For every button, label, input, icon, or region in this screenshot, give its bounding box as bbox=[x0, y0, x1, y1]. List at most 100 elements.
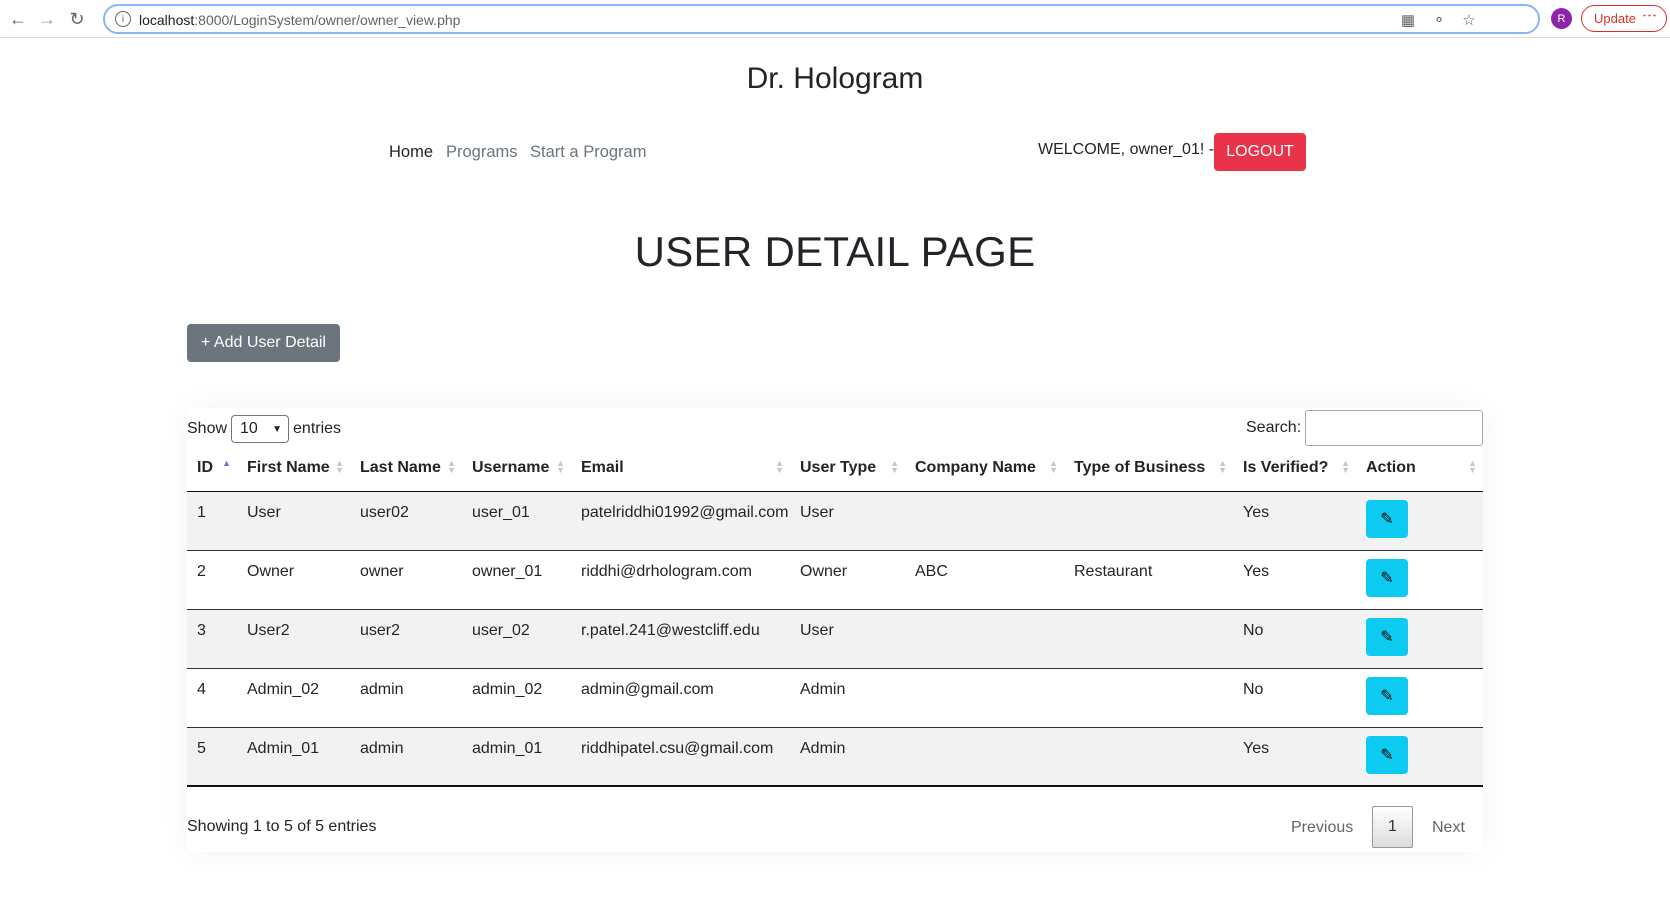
add-user-detail-button[interactable]: + Add User Detail bbox=[187, 324, 340, 362]
cell-last-name: user02 bbox=[360, 503, 409, 521]
cell-id: 3 bbox=[197, 621, 206, 639]
reload-icon[interactable]: ↻ bbox=[66, 8, 88, 30]
cell-last-name: admin bbox=[360, 739, 404, 757]
welcome-text: WELCOME, owner_01! - bbox=[1038, 141, 1215, 158]
url-text[interactable]: localhost:8000/LoginSystem/owner/owner_v… bbox=[139, 12, 460, 28]
cell-type-of-business: Restaurant bbox=[1074, 562, 1153, 580]
profile-avatar[interactable]: R bbox=[1551, 8, 1572, 29]
brand-title[interactable]: Dr. Hologram bbox=[0, 62, 1670, 96]
cell-id: 1 bbox=[197, 503, 206, 521]
column-label: Type of Business bbox=[1074, 459, 1206, 477]
edit-button[interactable]: ✎ bbox=[1366, 499, 1408, 538]
nav-home[interactable]: Home bbox=[389, 143, 433, 162]
column-header-first-name[interactable]: First Name ▲ ▼ bbox=[237, 446, 350, 492]
cell-type-of-business bbox=[1064, 609, 1233, 668]
url-host: localhost bbox=[139, 12, 195, 28]
column-label: ID bbox=[197, 459, 213, 477]
cell-email: patelriddhi01992@gmail.com bbox=[581, 503, 789, 521]
column-header-type-of-business[interactable]: Type of Business ▲ ▼ bbox=[1064, 446, 1233, 492]
logout-button[interactable]: LOGOUT bbox=[1214, 133, 1306, 171]
back-arrow-icon[interactable]: ← bbox=[7, 8, 29, 30]
cell-is-verified: Yes bbox=[1243, 739, 1270, 757]
site-info-icon[interactable]: i bbox=[115, 11, 131, 27]
cell-user-type: User bbox=[800, 621, 834, 639]
cell-user-type: User bbox=[800, 503, 834, 521]
cell-email: riddhi@drhologram.com bbox=[581, 562, 752, 580]
column-header-company-name[interactable]: Company Name ▲ ▼ bbox=[905, 446, 1064, 492]
cell-action: ✎ bbox=[1356, 550, 1483, 609]
cell-username: user_01 bbox=[472, 503, 530, 521]
forward-arrow-icon[interactable]: → bbox=[36, 8, 58, 30]
cell-action: ✎ bbox=[1356, 609, 1483, 668]
user-table: ID ▲ First Name ▲ ▼ Last Name ▲ ▼ Username ▲ ▼ … bbox=[187, 446, 1483, 787]
sort-icon: ▲ ▼ bbox=[1049, 458, 1058, 475]
cell-user-type: Admin bbox=[800, 739, 846, 757]
column-header-id[interactable]: ID ▲ bbox=[187, 446, 237, 492]
cell-username: owner_01 bbox=[472, 562, 543, 580]
table-row: 3 User2 user2 user_02 r.patel.241@westcl… bbox=[187, 609, 1483, 668]
cell-is-verified: No bbox=[1243, 621, 1264, 639]
cell-type-of-business bbox=[1064, 727, 1233, 786]
pagination-page-1[interactable]: 1 bbox=[1372, 806, 1413, 848]
sort-icon: ▲ ▼ bbox=[556, 458, 565, 475]
pencil-icon: ✎ bbox=[1380, 628, 1394, 646]
cell-last-name: admin bbox=[360, 680, 404, 698]
column-header-email[interactable]: Email ▲ ▼ bbox=[571, 446, 790, 492]
pencil-icon: ✎ bbox=[1380, 687, 1394, 705]
cell-is-verified: No bbox=[1243, 680, 1264, 698]
cell-email: r.patel.241@westcliff.edu bbox=[581, 621, 760, 639]
nav-programs[interactable]: Programs bbox=[446, 143, 518, 162]
sort-icon: ▲ ▼ bbox=[775, 458, 784, 475]
edit-button[interactable]: ✎ bbox=[1366, 558, 1408, 597]
pagination-next[interactable]: Next bbox=[1432, 819, 1465, 837]
cell-action: ✎ bbox=[1356, 491, 1483, 550]
cell-first-name: User bbox=[247, 503, 281, 521]
cell-company-name: ABC bbox=[915, 562, 948, 580]
pencil-icon: ✎ bbox=[1380, 569, 1394, 587]
more-vert-icon: ⋮ bbox=[1641, 8, 1658, 23]
browser-toolbar: ← → ↻ i localhost:8000/LoginSystem/owner… bbox=[0, 0, 1670, 38]
url-path: :8000/LoginSystem/owner/owner_view.php bbox=[194, 12, 461, 28]
pagination-previous[interactable]: Previous bbox=[1291, 819, 1353, 837]
update-button[interactable]: Update ⋮ bbox=[1581, 5, 1667, 32]
sort-icon: ▲ ▼ bbox=[335, 458, 344, 475]
cell-first-name: User2 bbox=[247, 621, 290, 639]
cell-id: 2 bbox=[197, 562, 206, 580]
edit-button[interactable]: ✎ bbox=[1366, 617, 1408, 656]
column-header-is-verified[interactable]: Is Verified? ▲ ▼ bbox=[1233, 446, 1356, 492]
cell-user-type: Owner bbox=[800, 562, 848, 580]
address-bar[interactable]: i localhost:8000/LoginSystem/owner/owner… bbox=[103, 4, 1540, 34]
sort-ascending-icon: ▲ bbox=[222, 458, 231, 468]
nav-start-program[interactable]: Start a Program bbox=[530, 143, 646, 162]
column-header-user-type[interactable]: User Type ▲ ▼ bbox=[790, 446, 905, 492]
table-row: 4 Admin_02 admin admin_02 admin@gmail.co… bbox=[187, 668, 1483, 727]
entries-length-select[interactable]: 10 ▼ bbox=[231, 415, 290, 443]
bookmark-star-icon[interactable]: ☆ bbox=[1460, 11, 1478, 29]
search-input[interactable] bbox=[1305, 410, 1483, 446]
key-icon[interactable]: ⚬ bbox=[1430, 11, 1448, 29]
table-row: 5 Admin_01 admin admin_01 riddhipatel.cs… bbox=[187, 727, 1483, 786]
column-header-username[interactable]: Username ▲ ▼ bbox=[462, 446, 571, 492]
edit-button[interactable]: ✎ bbox=[1366, 735, 1408, 774]
cell-company-name bbox=[905, 609, 1064, 668]
column-label: Email bbox=[581, 459, 624, 477]
pencil-icon: ✎ bbox=[1380, 510, 1394, 528]
show-entries-control: Show 10 ▼ entries bbox=[187, 415, 341, 443]
sort-icon: ▲ ▼ bbox=[890, 458, 899, 475]
column-header-action[interactable]: Action ▲ ▼ bbox=[1356, 446, 1483, 492]
table-header-row: ID ▲ First Name ▲ ▼ Last Name ▲ ▼ Username ▲ ▼ … bbox=[187, 446, 1483, 492]
cell-company-name bbox=[905, 491, 1064, 550]
edit-button[interactable]: ✎ bbox=[1366, 676, 1408, 715]
cell-type-of-business bbox=[1064, 491, 1233, 550]
cell-first-name: Admin_02 bbox=[247, 680, 320, 698]
table-row: 1 User user02 user_01 patelriddhi01992@g… bbox=[187, 491, 1483, 550]
column-label: Action bbox=[1366, 459, 1416, 477]
cell-is-verified: Yes bbox=[1243, 562, 1270, 580]
qr-code-icon[interactable]: ▦ bbox=[1399, 11, 1417, 29]
cell-first-name: Owner bbox=[247, 562, 295, 580]
column-label: First Name bbox=[247, 459, 330, 477]
table-info-text: Showing 1 to 5 of 5 entries bbox=[187, 818, 377, 835]
column-header-last-name[interactable]: Last Name ▲ ▼ bbox=[350, 446, 462, 492]
cell-last-name: owner bbox=[360, 562, 404, 580]
search-label: Search: bbox=[1246, 419, 1302, 436]
